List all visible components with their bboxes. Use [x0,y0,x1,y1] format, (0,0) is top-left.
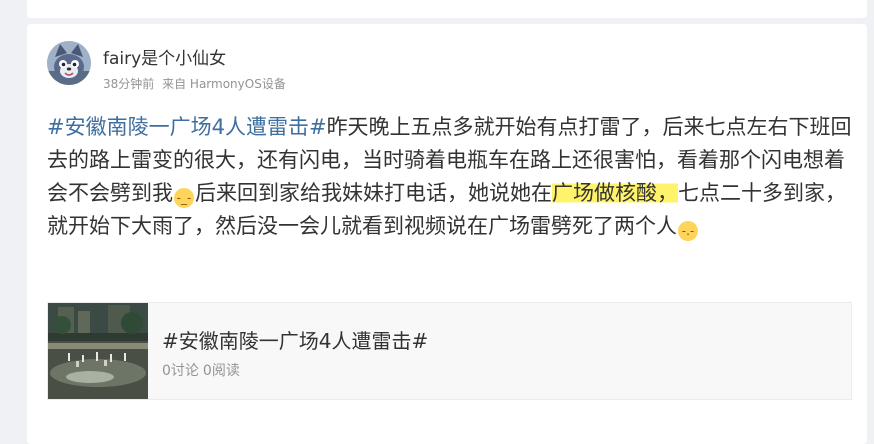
post-source: 来自 HarmonyOS设备 [162,77,286,91]
topic-reads: 0阅读 [202,363,240,379]
sleepy-emoji-icon: -_- [174,188,194,208]
post-card: fairy是个小仙女 38分钟前 来自 HarmonyOS设备 #安徽南陵一广场… [27,24,867,444]
previous-post-card [27,0,867,18]
topic-card[interactable]: #安徽南陵一广场4人遭雷击# 0讨论 0阅读 [47,302,852,400]
highlighted-text: 广场做核酸， [552,181,678,205]
avatar[interactable] [47,41,91,85]
plaza-photo-icon [48,303,148,399]
topic-discussions: 0讨论 [162,363,199,379]
topic-thumbnail [48,303,148,399]
post-time[interactable]: 38分钟前 [103,77,154,91]
post-text: #安徽南陵一广场4人遭雷击#昨天晚上五点多就开始有点打雷了，后来七点左右下班回去… [47,111,857,243]
username[interactable]: fairy是个小仙女 [103,44,226,69]
hashtag-link[interactable]: #安徽南陵一广场4人遭雷击# [47,115,327,139]
topic-stats: 0讨论 0阅读 [162,360,240,380]
post-meta: 38分钟前 来自 HarmonyOS设备 [103,75,290,92]
topic-title[interactable]: #安徽南陵一广场4人遭雷击# [162,325,428,354]
sweat-emoji-icon: -.- [678,221,698,241]
post-text-part-2: 后来回到家给我妹妹打电话，她说她在 [195,181,552,205]
cat-avatar-icon [47,41,91,85]
